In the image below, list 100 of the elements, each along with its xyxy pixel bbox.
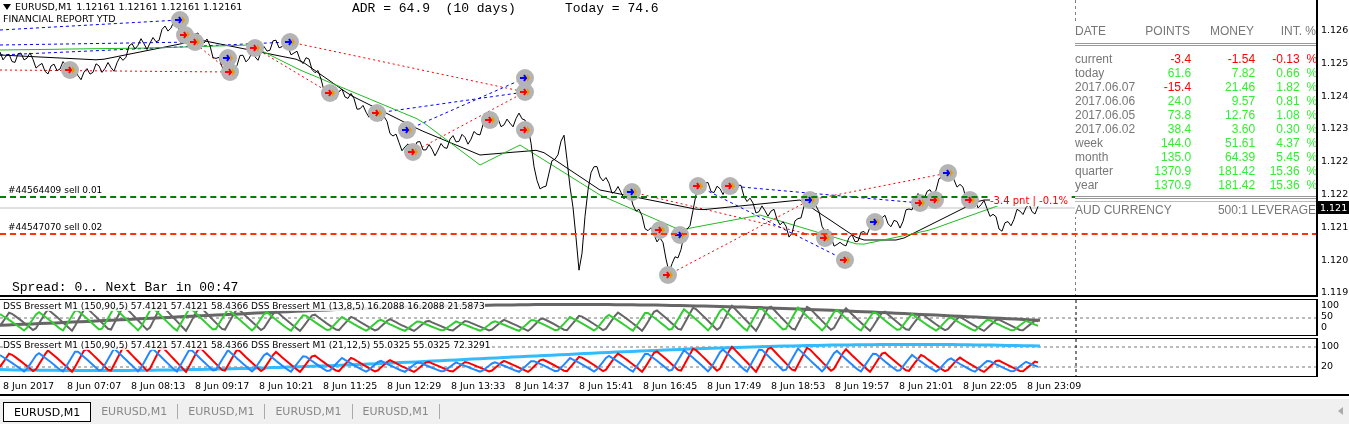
pnl-label: -3.4 pnt | -0.1% xyxy=(990,195,1069,206)
dropdown-icon xyxy=(3,3,11,10)
trade-marker xyxy=(623,183,641,201)
leverage-label: 500:1 LEVERAGE xyxy=(1217,203,1316,217)
trade-marker xyxy=(659,266,677,284)
indicator-label: DSS Bressert M1 (150,90,5) 57.4121 57.4121 58.4366 DSS Bressert M1 (21,12,5) 55.0325 55.0325 72.3291 xyxy=(3,340,491,350)
report-value: 61.6 xyxy=(1166,66,1192,80)
report-value: 181.42 xyxy=(1217,164,1256,178)
period-label: year xyxy=(1075,178,1100,192)
time-tick: 8 Jun 18:53 xyxy=(771,380,827,391)
column-header: MONEY xyxy=(1209,24,1254,38)
report-value: 21.46 xyxy=(1224,80,1256,94)
report-title: FINANCIAL REPORT YTD xyxy=(3,13,116,24)
price-tick: 1.122 xyxy=(1321,188,1349,199)
trade-marker xyxy=(836,251,854,269)
time-tick: 8 Jun 14:37 xyxy=(515,380,571,391)
report-value: 15.36 % xyxy=(1268,178,1316,192)
time-tick: 8 Jun 11:25 xyxy=(323,380,379,391)
time-tick: 8 Jun 22:05 xyxy=(963,380,1019,391)
time-tick: 8 Jun 12:29 xyxy=(387,380,443,391)
report-value: 24.0 xyxy=(1166,94,1192,108)
report-value: 4.37 % xyxy=(1275,136,1316,150)
price-tick: 1.123 xyxy=(1321,122,1349,134)
time-tick: 8 Jun 09:17 xyxy=(195,380,251,391)
trade-marker xyxy=(721,177,739,195)
report-value: 9.57 xyxy=(1230,94,1256,108)
period-label: 2017.06.06 xyxy=(1075,94,1136,108)
price-tick: 1.120 xyxy=(1321,253,1349,265)
price-tick: 1.126 xyxy=(1321,24,1349,35)
time-tick: 8 Jun 08:13 xyxy=(131,380,187,391)
order-label: #44547070 sell 0.02 xyxy=(8,222,103,232)
report-value: 15.36 % xyxy=(1268,164,1316,178)
report-value: 1370.9 xyxy=(1153,178,1192,192)
trade-marker xyxy=(186,33,204,51)
symbol-label: EURUSD,M1 xyxy=(15,1,73,12)
report-value: -15.4 xyxy=(1162,80,1192,94)
report-value: 7.82 xyxy=(1230,66,1256,80)
trade-marker xyxy=(866,213,884,231)
report-value: -3.4 xyxy=(1169,52,1192,66)
report-value: 1370.9 xyxy=(1153,164,1192,178)
scale-tick: 0 xyxy=(1321,321,1328,332)
order-label: #44564409 sell 0.01 xyxy=(8,185,103,195)
scale-tick: 50 xyxy=(1321,310,1334,321)
report-value: 181.42 xyxy=(1217,178,1256,192)
report-value: 51.61 xyxy=(1224,136,1256,150)
time-tick: 8 Jun 23:09 xyxy=(1027,380,1083,391)
report-value: 135.0 xyxy=(1160,150,1192,164)
price-tick: 1.124 xyxy=(1321,89,1349,101)
report-value: -0.13 % xyxy=(1271,52,1316,66)
trade-marker xyxy=(61,61,79,79)
trade-marker xyxy=(516,83,534,101)
trade-marker xyxy=(481,111,499,129)
report-value: 144.0 xyxy=(1160,136,1192,150)
report-value: 3.60 xyxy=(1230,122,1256,136)
chart-tab[interactable]: EURUSD,M1 xyxy=(3,402,92,422)
column-header: POINTS xyxy=(1144,24,1190,38)
current-price-label: 1.121 xyxy=(1318,201,1349,214)
price-tick: 1.119 xyxy=(1321,286,1349,297)
period-label: current xyxy=(1075,52,1114,66)
today-range-label: Today = 74.6 xyxy=(565,1,659,16)
report-value: 64.39 xyxy=(1224,150,1256,164)
scroll-left-icon[interactable] xyxy=(1338,407,1343,415)
trade-marker xyxy=(516,121,534,139)
trade-marker xyxy=(281,33,299,51)
column-header: DATE xyxy=(1075,24,1108,38)
period-label: month xyxy=(1075,150,1110,164)
time-tick: 8 Jun 07:07 xyxy=(67,380,123,391)
period-label: 2017.06.05 xyxy=(1075,108,1136,122)
report-value: 5.45 % xyxy=(1275,150,1316,164)
report-value: 1.08 % xyxy=(1275,108,1316,122)
time-tick: 8 Jun 16:45 xyxy=(643,380,699,391)
trade-marker xyxy=(398,121,416,139)
report-value: 0.66 % xyxy=(1275,66,1316,80)
trade-marker xyxy=(651,221,669,239)
time-tick: 8 Jun 17:49 xyxy=(707,380,763,391)
period-label: quarter xyxy=(1075,164,1115,178)
spread-label: Spread: 0.. Next Bar in 00:47 xyxy=(12,280,239,295)
report-value: 12.76 xyxy=(1224,108,1256,122)
currency-label: AUD CURRENCY xyxy=(1075,203,1172,217)
period-label: week xyxy=(1075,136,1104,150)
report-value: 0.81 % xyxy=(1275,94,1316,108)
trade-marker xyxy=(221,63,239,81)
trade-marker xyxy=(246,39,264,57)
trade-marker xyxy=(671,226,689,244)
trade-marker xyxy=(939,164,957,182)
report-value: -1.54 xyxy=(1226,52,1256,66)
trade-marker xyxy=(368,104,386,122)
price-tick: 1.122 xyxy=(1321,155,1349,167)
quote-values: 1.12161 1.12161 1.12161 1.12161 xyxy=(76,1,243,12)
period-label: today xyxy=(1075,66,1106,80)
price-tick: 1.121 xyxy=(1321,220,1349,232)
report-value: 0.30 % xyxy=(1275,122,1316,136)
trade-marker xyxy=(321,84,339,102)
trade-marker xyxy=(816,229,834,247)
report-value: 73.8 xyxy=(1166,108,1192,122)
indicator-label: DSS Bressert M1 (150,90,5) 57.4121 57.4121 58.4366 DSS Bressert M1 (13,8,5) 16.2088 16.2088 21.5873 xyxy=(3,301,485,311)
time-tick: 8 Jun 2017 xyxy=(3,380,56,391)
time-tick: 8 Jun 21:01 xyxy=(899,380,955,391)
report-value: 38.4 xyxy=(1166,122,1192,136)
time-tick: 8 Jun 10:21 xyxy=(259,380,315,391)
